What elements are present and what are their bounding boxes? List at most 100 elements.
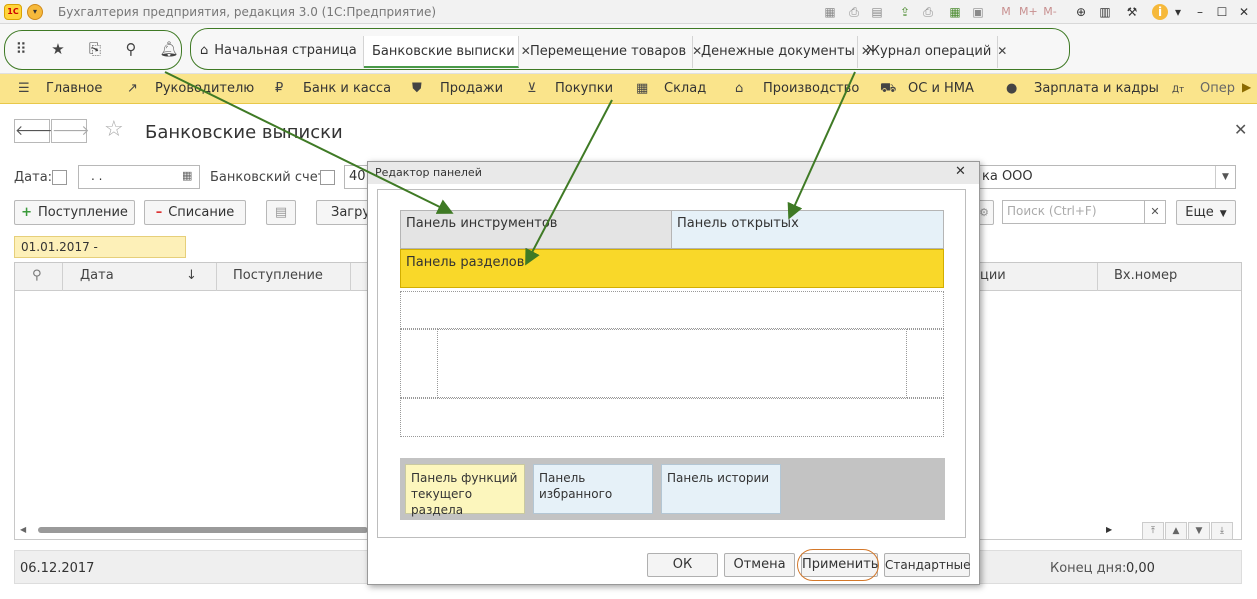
info-dropdown-icon[interactable]: ▾ (1170, 4, 1186, 20)
zoom-icon[interactable]: ⊕ (1073, 4, 1089, 20)
favorite-star-icon[interactable]: ☆ (104, 117, 124, 142)
date-checkbox[interactable] (52, 170, 67, 185)
trend-icon: ↗ (127, 81, 138, 96)
income-button[interactable]: + Поступление (14, 200, 135, 225)
section-functions-panel[interactable]: Панель функций текущего раздела (405, 464, 525, 517)
minus-icon: – (155, 205, 163, 220)
tab-operations-journal[interactable]: Журнал операций ✕ (858, 36, 1007, 68)
sort-down-icon[interactable]: ↓ (186, 268, 197, 283)
column-date[interactable]: Дата (80, 268, 114, 283)
save-icon[interactable]: ▦ (822, 4, 838, 20)
debit-credit-icon: Дт (1172, 85, 1185, 95)
history-panel[interactable]: Панель истории (661, 464, 781, 514)
calculator-icon[interactable]: ▦ (947, 4, 963, 20)
close-form-icon[interactable]: ✕ (1234, 120, 1247, 139)
scroll-left-icon[interactable]: ◀ (20, 525, 26, 534)
drop-zone-left[interactable] (400, 329, 438, 398)
ruble-icon: ₽ (275, 81, 284, 96)
tab-cash-documents[interactable]: Денежные документы ✕ (693, 36, 871, 68)
column-operations[interactable]: ции (980, 268, 1006, 283)
expense-button[interactable]: – Списание (144, 200, 246, 225)
toolbar-panel[interactable]: Панель инструментов (400, 210, 672, 249)
clear-search-icon[interactable]: ✕ (1144, 200, 1166, 224)
close-icon[interactable]: ✕ (1236, 4, 1252, 20)
bell-icon[interactable]: 🔔︎ (157, 37, 181, 61)
favorites-panel[interactable]: Панель избранного (533, 464, 653, 514)
section-purchases[interactable]: ⊻ Покупки (527, 80, 613, 98)
cancel-button[interactable]: Отмена (724, 553, 795, 577)
column-divider (62, 263, 63, 291)
section-fixed-assets[interactable]: ⛟ ОС и НМА (880, 80, 974, 98)
calendar-icon[interactable]: ▣ (970, 4, 986, 20)
scroll-down-button[interactable]: ▼ (1188, 522, 1210, 540)
section-manager[interactable]: ↗ Руководителю (127, 80, 254, 98)
calendar-picker-icon[interactable]: ▦ (182, 169, 192, 182)
tools-icon[interactable]: ⚒ (1124, 4, 1140, 20)
drop-zone-bottom[interactable] (400, 398, 944, 437)
warehouse-icon: ▦ (636, 81, 649, 96)
minimize-icon[interactable]: – (1192, 4, 1208, 20)
back-button[interactable]: 🡐 (14, 119, 53, 143)
organization-field[interactable]: ка ООО (975, 165, 1236, 189)
period-filter-tag[interactable]: 01.01.2017 - 31.12.2017⊗ (14, 236, 186, 274)
cart-icon: ⊻ (527, 81, 537, 96)
section-sales[interactable]: ⛊ Продажи (412, 80, 503, 98)
open-panel[interactable]: Панель открытых (671, 210, 944, 249)
m-minus-icon[interactable]: M- (1042, 4, 1058, 20)
maximize-icon[interactable]: ☐ (1214, 4, 1230, 20)
load-button[interactable]: Загру (316, 200, 371, 225)
section-operations[interactable]: Дт Опер (1172, 80, 1235, 98)
apply-button[interactable]: Применить (801, 553, 878, 577)
dialog-title: Редактор панелей (368, 162, 979, 184)
m-icon[interactable]: M (998, 4, 1014, 20)
column-income[interactable]: Поступление (233, 268, 323, 283)
section-bank-cash[interactable]: ₽ Банк и касса (275, 80, 391, 98)
m-plus-icon[interactable]: M+ (1019, 4, 1038, 20)
person-icon: ● (1006, 81, 1018, 96)
scroll-up-button[interactable]: ▲ (1165, 522, 1187, 540)
forward-button[interactable]: 🡒 (51, 119, 90, 143)
chevron-down-icon: ▼ (1219, 209, 1227, 219)
section-warehouse[interactable]: ▦ Склад (636, 80, 706, 98)
dialog-close-icon[interactable]: ✕ (955, 164, 966, 179)
scroll-right-icon[interactable]: ▶ (1106, 525, 1112, 534)
search-icon[interactable]: ⚲ (119, 37, 143, 61)
drop-zone-top[interactable] (400, 291, 944, 329)
horizontal-scrollbar[interactable] (38, 527, 368, 533)
tab-home[interactable]: ⌂ Начальная страница (192, 36, 364, 68)
date-label: Дата: (14, 170, 53, 185)
ok-button[interactable]: ОК (647, 553, 718, 577)
info-icon[interactable]: i (1152, 4, 1168, 20)
tab-goods-transfer[interactable]: Перемещение товаров ✕ (522, 36, 702, 68)
scroll-bottom-button[interactable]: ⤓ (1211, 522, 1233, 540)
scroll-top-button[interactable]: ⤒ (1142, 522, 1164, 540)
more-button[interactable]: Еще ▼ (1176, 200, 1236, 225)
section-production[interactable]: ⌂ Производство (735, 80, 859, 98)
copy-doc-button[interactable]: ▤ (266, 200, 296, 225)
drop-zone-right[interactable] (906, 329, 944, 398)
search-input[interactable]: Поиск (Ctrl+F) (1002, 200, 1145, 224)
section-salary[interactable]: ● Зарплата и кадры (1006, 80, 1159, 98)
work-area-zone (437, 329, 907, 398)
printer-icon[interactable]: ⎙ (920, 4, 936, 20)
all-functions-icon[interactable]: ⠿ (9, 37, 33, 61)
tab-bank-statements[interactable]: Банковские выписки ✕ (364, 36, 531, 68)
sections-panel[interactable]: Панель разделов (400, 249, 944, 288)
column-in-number[interactable]: Вх.номер (1114, 268, 1177, 283)
panels-icon[interactable]: ▥ (1097, 4, 1113, 20)
standard-button[interactable]: Стандартные (884, 553, 971, 577)
organization-dropdown-icon[interactable]: ▼ (1215, 166, 1235, 188)
upload-icon[interactable]: ⇪ (897, 4, 913, 20)
account-checkbox[interactable] (320, 170, 335, 185)
scroll-right-icon[interactable]: ▶ (1242, 80, 1251, 94)
close-tab-icon[interactable]: ✕ (997, 44, 1007, 58)
favorites-star-icon[interactable]: ★ (46, 37, 70, 61)
main-menu-icon[interactable]: ▾ (27, 4, 43, 20)
print-icon[interactable]: ⎙ (846, 4, 862, 20)
history-icon[interactable]: ⎘ (83, 37, 107, 61)
section-main[interactable]: ☰ Главное (18, 80, 102, 98)
plus-icon: + (21, 205, 32, 220)
preview-icon[interactable]: ▤ (869, 4, 885, 20)
truck-icon: ⛟ (880, 81, 897, 96)
end-of-day-label: Конец дня: (1050, 561, 1127, 576)
